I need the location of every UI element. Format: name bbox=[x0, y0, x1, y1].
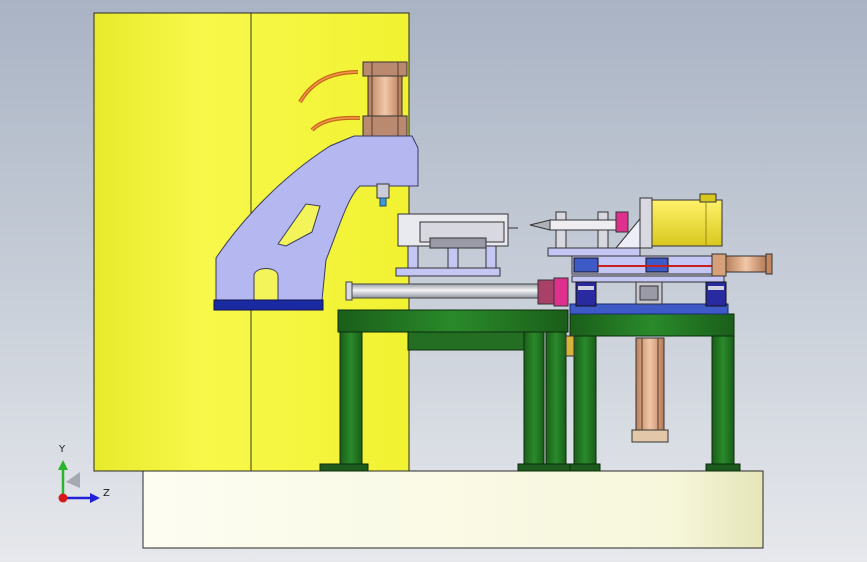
floor-base-block[interactable] bbox=[142, 470, 764, 549]
z-axis-label: Z bbox=[103, 488, 110, 499]
cad-model-scene[interactable] bbox=[0, 0, 867, 562]
slide-rail[interactable] bbox=[571, 253, 773, 277]
lift-cylinder[interactable] bbox=[631, 337, 669, 443]
y-axis-label: Y bbox=[59, 444, 66, 455]
press-cylinder[interactable] bbox=[362, 61, 408, 137]
y-axis-arrowhead bbox=[58, 460, 68, 470]
spindle-assembly[interactable] bbox=[529, 211, 649, 257]
triad-plane-indicator bbox=[66, 472, 80, 488]
x-axis-dot bbox=[58, 493, 68, 503]
clamp-fixture[interactable] bbox=[395, 213, 518, 277]
drive-motor[interactable] bbox=[639, 193, 723, 249]
slide-platform[interactable] bbox=[569, 275, 729, 315]
z-axis-arrowhead bbox=[90, 493, 100, 503]
left-support-table[interactable] bbox=[319, 309, 571, 472]
cad-viewport[interactable]: Y Z bbox=[0, 0, 867, 562]
